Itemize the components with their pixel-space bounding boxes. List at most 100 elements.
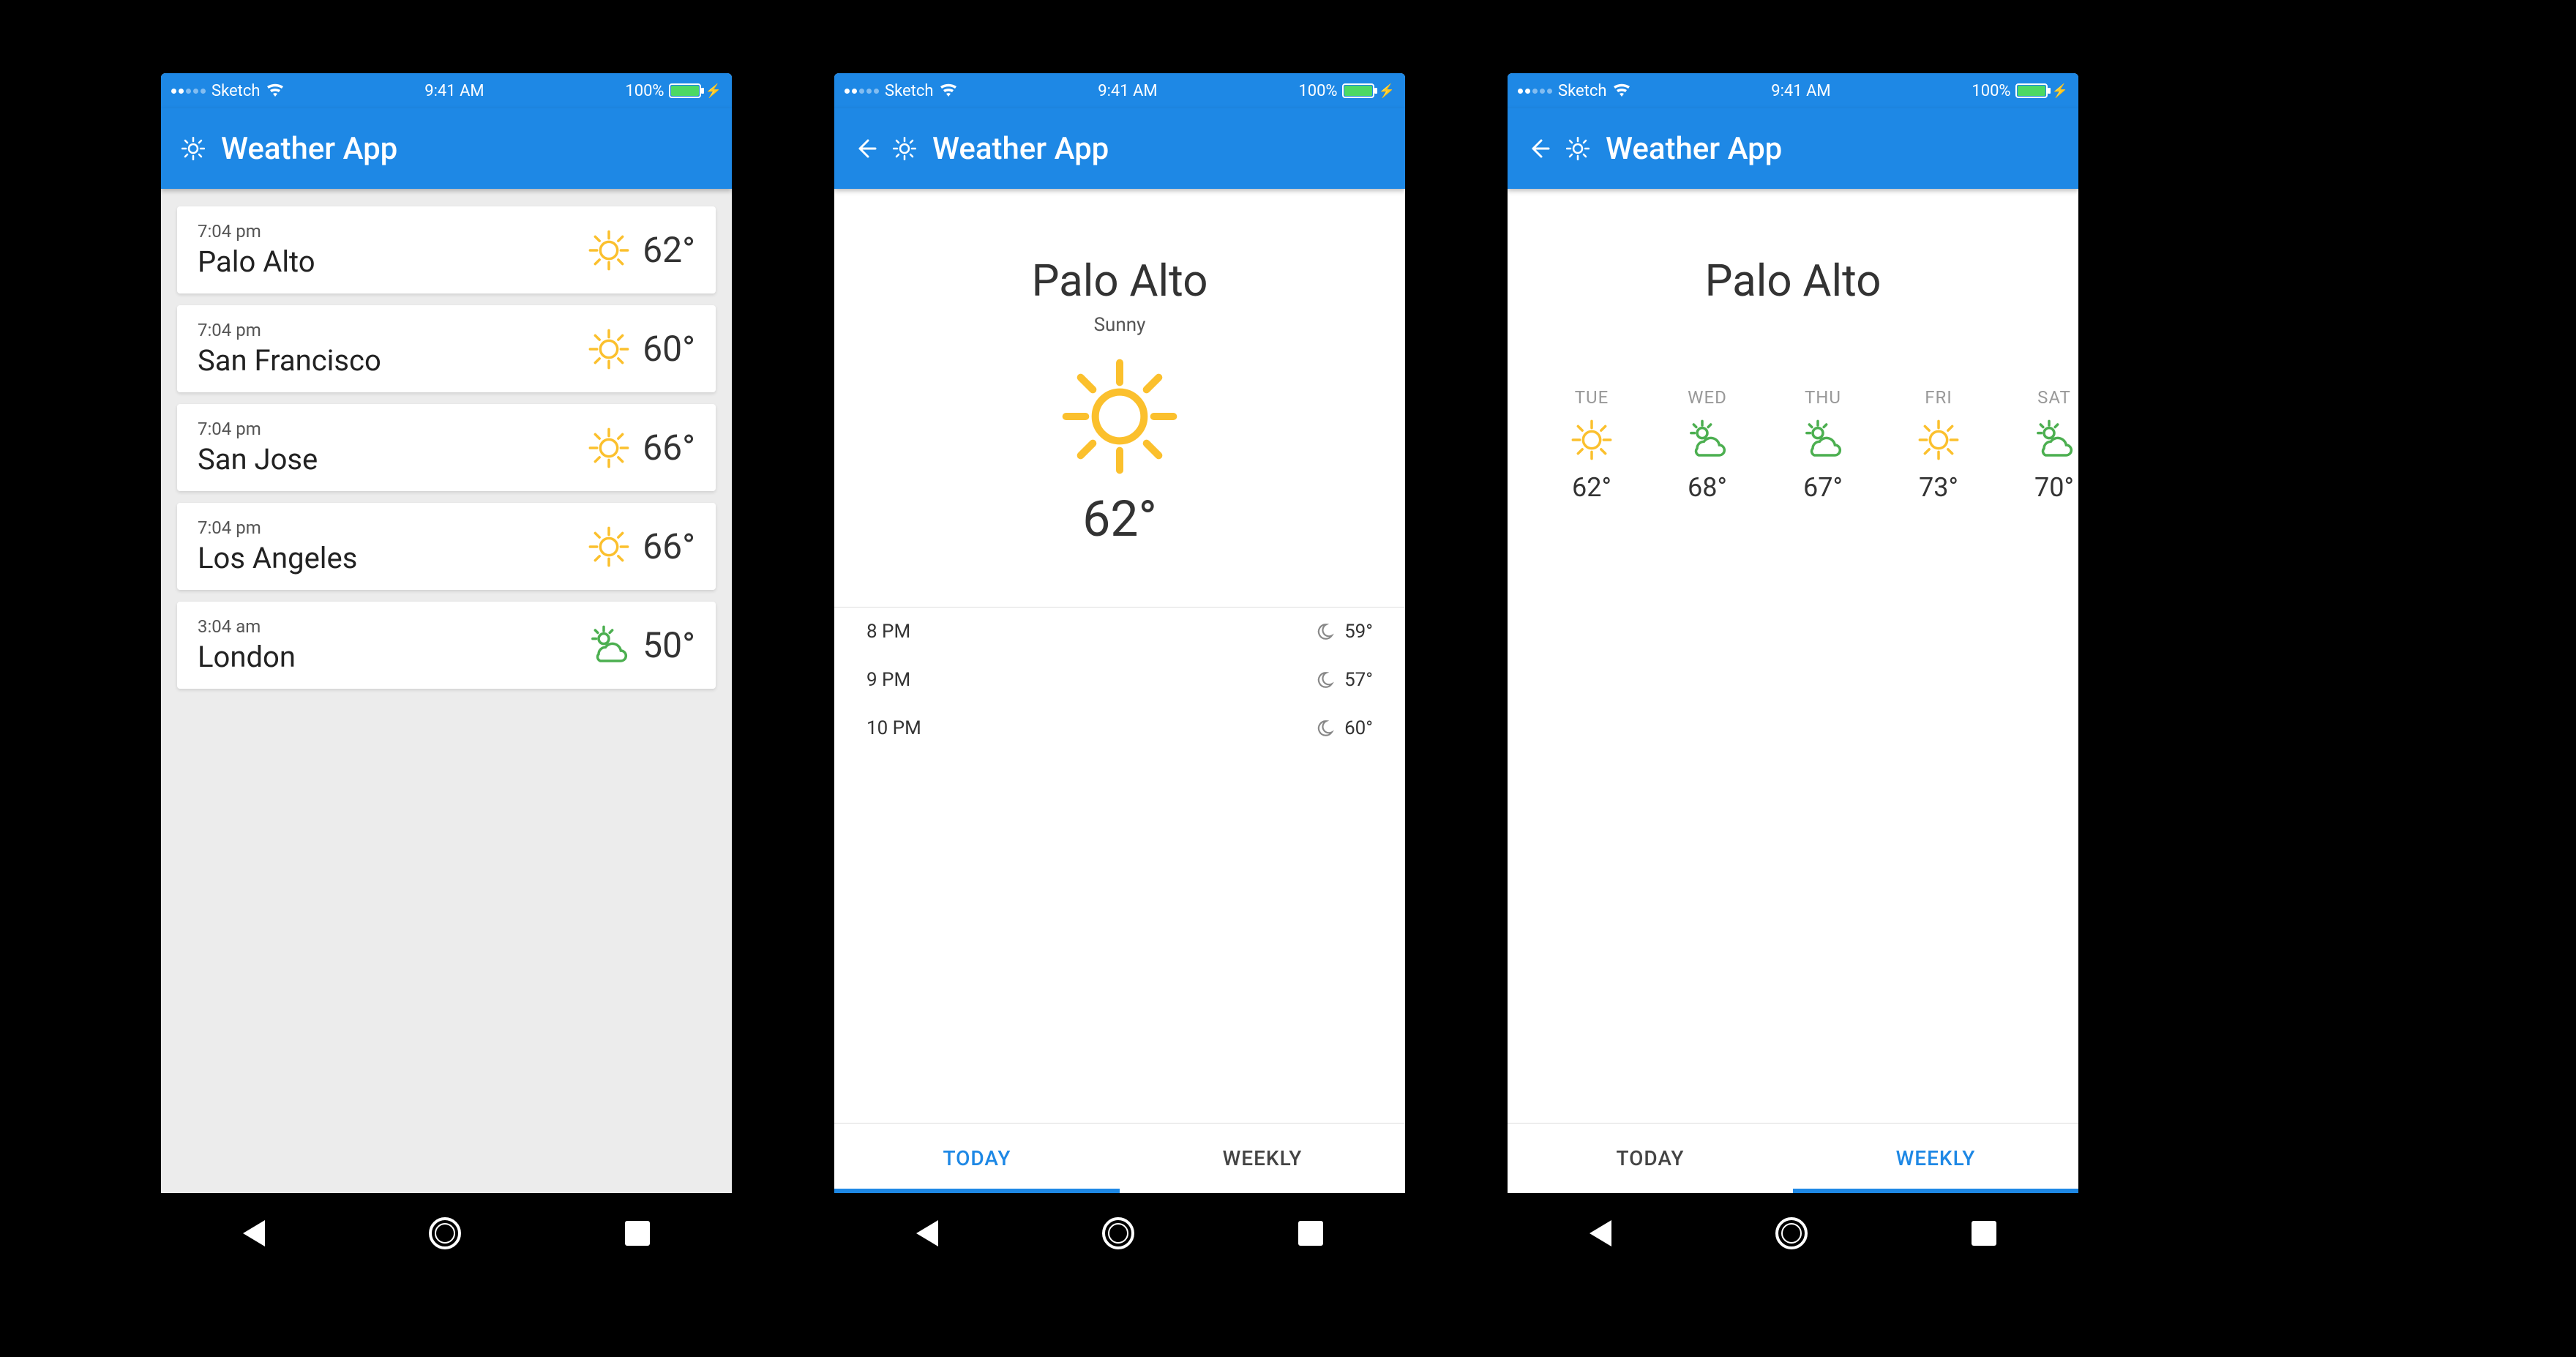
card-city: Los Angeles <box>198 541 357 575</box>
tab-weekly[interactable]: WEEKLY <box>1120 1124 1405 1193</box>
detail-weather-sun-icon <box>1061 358 1178 475</box>
sun-icon <box>588 230 629 271</box>
android-nav-bar <box>161 1193 732 1274</box>
app-bar: Weather App <box>161 108 732 189</box>
partly-icon <box>588 625 629 666</box>
nav-back-icon[interactable] <box>916 1220 938 1246</box>
nav-back-icon[interactable] <box>243 1220 265 1246</box>
card-time: 7:04 pm <box>198 517 357 538</box>
partly-icon <box>2034 419 2075 460</box>
charging-icon: ⚡ <box>705 83 722 99</box>
day-name: TUE <box>1575 387 1609 408</box>
carrier-label: Sketch <box>1558 82 1607 100</box>
city-card[interactable]: 3:04 am London 50° <box>177 602 716 689</box>
weekly-body: Palo Alto TUE 62° WED 68° THU 67° FRI 73… <box>1508 189 2078 1123</box>
carrier-label: Sketch <box>885 82 934 100</box>
nav-recent-icon[interactable] <box>625 1221 650 1246</box>
day-column[interactable]: TUE 62° <box>1551 387 1632 503</box>
app-bar: Weather App <box>834 108 1405 189</box>
moon-icon <box>1315 622 1334 641</box>
city-card[interactable]: 7:04 pm San Francisco 60° <box>177 305 716 392</box>
tab-bar: TODAY WEEKLY <box>1508 1123 2078 1193</box>
card-city: London <box>198 640 296 674</box>
nav-home-icon[interactable] <box>429 1217 461 1249</box>
card-city: San Jose <box>198 442 318 476</box>
hour-temp: 60° <box>1344 717 1373 739</box>
back-button[interactable] <box>855 138 877 160</box>
card-city: Palo Alto <box>198 244 315 279</box>
day-column[interactable]: FRI 73° <box>1898 387 1979 503</box>
back-button[interactable] <box>1528 138 1550 160</box>
sun-icon <box>1571 419 1612 460</box>
app-logo-sun-icon <box>181 137 205 160</box>
day-temp: 73° <box>1919 472 1958 503</box>
hourly-list[interactable]: 8 PM 59° 9 PM 57° 10 PM 60° <box>834 607 1405 752</box>
card-temp: 62° <box>643 229 695 271</box>
tab-weekly[interactable]: WEEKLY <box>1793 1124 2078 1193</box>
sun-icon <box>588 329 629 370</box>
hour-time: 9 PM <box>866 669 910 691</box>
detail-temp: 62° <box>1082 490 1157 548</box>
android-nav-bar <box>1508 1193 2078 1274</box>
city-card[interactable]: 7:04 pm San Jose 66° <box>177 404 716 491</box>
day-name: FRI <box>1925 387 1952 408</box>
moon-icon <box>1315 719 1334 738</box>
app-logo-sun-icon <box>893 137 916 160</box>
detail-body: Palo Alto Sunny 62° 8 PM 59° 9 PM 57° 10… <box>834 189 1405 1123</box>
day-temp: 70° <box>2034 472 2074 503</box>
battery-percent: 100% <box>625 82 664 100</box>
day-column[interactable]: WED 68° <box>1667 387 1748 503</box>
status-bar: Sketch 9:41 AM 100% ⚡ <box>834 73 1405 108</box>
day-column[interactable]: THU 67° <box>1783 387 1863 503</box>
android-nav-bar <box>834 1193 1405 1274</box>
card-temp: 50° <box>643 624 695 666</box>
day-temp: 62° <box>1572 472 1611 503</box>
day-name: WED <box>1688 387 1727 408</box>
tab-today[interactable]: TODAY <box>1508 1124 1793 1193</box>
card-time: 7:04 pm <box>198 419 318 439</box>
nav-home-icon[interactable] <box>1102 1217 1134 1249</box>
app-logo-sun-icon <box>1566 137 1590 160</box>
city-card[interactable]: 7:04 pm Palo Alto 62° <box>177 206 716 294</box>
city-list[interactable]: 7:04 pm Palo Alto 62° 7:04 pm San Franci… <box>161 189 732 1193</box>
phone-list: Sketch 9:41 AM 100% ⚡ Weather App 7:04 p… <box>161 73 732 1274</box>
tab-bar: TODAY WEEKLY <box>834 1123 1405 1193</box>
charging-icon: ⚡ <box>1379 83 1395 99</box>
signal-dots-icon <box>171 89 206 94</box>
phone-detail-today: Sketch 9:41 AM 100% ⚡ Weather App <box>834 73 1405 1274</box>
tab-today[interactable]: TODAY <box>834 1124 1120 1193</box>
app-title: Weather App <box>932 131 1109 167</box>
nav-back-icon[interactable] <box>1590 1220 1611 1246</box>
card-time: 3:04 am <box>198 616 296 637</box>
hour-temp: 57° <box>1344 669 1373 691</box>
signal-dots-icon <box>1518 89 1552 94</box>
card-temp: 66° <box>643 427 695 468</box>
carrier-label: Sketch <box>211 82 261 100</box>
city-card[interactable]: 7:04 pm Los Angeles 66° <box>177 503 716 590</box>
partly-icon <box>1802 419 1843 460</box>
hourly-row: 8 PM 59° <box>834 608 1405 656</box>
nav-recent-icon[interactable] <box>1972 1221 1996 1246</box>
day-name: THU <box>1805 387 1841 408</box>
moon-icon <box>1315 670 1334 689</box>
status-bar: Sketch 9:41 AM 100% ⚡ <box>1508 73 2078 108</box>
wifi-icon <box>940 83 957 98</box>
nav-home-icon[interactable] <box>1775 1217 1808 1249</box>
card-time: 7:04 pm <box>198 320 381 340</box>
hourly-row: 10 PM 60° <box>834 704 1405 752</box>
app-title: Weather App <box>1606 131 1782 167</box>
hourly-row: 9 PM 57° <box>834 656 1405 704</box>
battery-icon <box>669 83 701 98</box>
hour-temp: 59° <box>1344 621 1373 643</box>
wifi-icon <box>266 83 284 98</box>
status-time: 9:41 AM <box>424 82 484 100</box>
app-title: Weather App <box>221 131 397 167</box>
day-name: SAT <box>2037 387 2071 408</box>
nav-recent-icon[interactable] <box>1298 1221 1323 1246</box>
day-column[interactable]: SAT 70° <box>2014 387 2078 503</box>
weekly-days-row[interactable]: TUE 62° WED 68° THU 67° FRI 73° SAT 70° <box>1508 387 2078 503</box>
battery-percent: 100% <box>1298 82 1337 100</box>
detail-condition: Sunny <box>1094 314 1146 336</box>
hour-time: 10 PM <box>866 717 921 739</box>
sun-icon <box>1918 419 1959 460</box>
